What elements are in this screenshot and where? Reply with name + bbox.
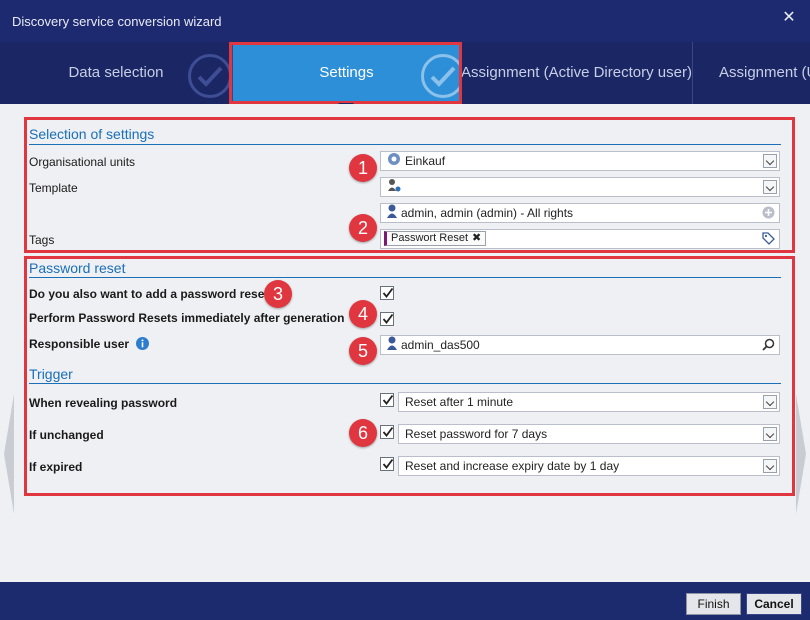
tab-assignment-u[interactable]: Assignment (U [692,42,810,104]
rights-field[interactable]: admin, admin (admin) - All rights [380,203,780,223]
section-divider [29,277,781,278]
badge-6: 6 [349,419,377,447]
section-divider [29,144,781,145]
section-title-selection: Selection of settings [29,126,155,142]
trigger-dropdown-revealing[interactable]: Reset after 1 minute [398,392,780,412]
responsible-user-label: Responsible user [29,337,150,351]
add-reset-label: Do you also want to add a password reset… [29,287,276,301]
trigger-dropdown-unchanged[interactable]: Reset password for 7 days [398,424,780,444]
tab-label: Data selection [68,64,164,81]
search-icon[interactable] [762,338,775,354]
chevron-down-icon[interactable] [763,154,777,168]
trigger-label-expired: If expired [29,460,83,474]
cancel-button[interactable]: Cancel [746,593,802,615]
chevron-down-icon[interactable] [763,180,777,194]
user-icon [387,204,397,222]
org-unit-icon [387,152,401,170]
trigger-checkbox-unchanged[interactable] [380,425,394,439]
next-arrow-icon[interactable] [794,394,808,514]
rights-value: admin, admin (admin) - All rights [401,206,574,220]
tag-chip: Passwort Reset ✖ [384,231,487,246]
immediate-reset-label: Perform Password Resets immediately afte… [29,311,345,325]
chevron-down-icon[interactable] [763,395,777,409]
template-dropdown[interactable] [380,177,780,197]
tag-icon[interactable] [762,232,775,248]
tags-input[interactable]: Passwort Reset ✖ [380,229,780,249]
tab-data-selection[interactable]: Data selection [0,42,232,104]
checkmark-icon [188,54,232,98]
close-icon[interactable]: ✕ [778,7,800,29]
title-bar: Discovery service conversion wizard ✕ [0,0,810,42]
checkmark-icon [382,287,394,298]
tab-settings[interactable]: Settings [232,42,460,104]
previous-arrow-icon[interactable] [2,394,16,514]
info-icon[interactable] [136,337,150,350]
add-icon[interactable] [762,206,775,222]
trigger-value-revealing: Reset after 1 minute [405,395,514,409]
trigger-checkbox-revealing[interactable] [380,393,394,407]
responsible-user-value: admin_das500 [401,338,480,352]
trigger-dropdown-expired[interactable]: Reset and increase expiry date by 1 day [398,456,780,476]
section-divider [29,383,781,384]
chevron-down-icon[interactable] [763,427,777,441]
tab-label: Settings [319,64,374,81]
trigger-value-unchanged: Reset password for 7 days [405,427,548,441]
window-title: Discovery service conversion wizard [12,14,222,29]
add-reset-checkbox[interactable] [380,286,394,300]
tags-label: Tags [29,233,55,247]
tab-label: Assignment (U [719,64,810,81]
responsible-user-text: Responsible user [29,337,130,351]
template-icon [387,178,401,196]
finish-button[interactable]: Finish [686,593,741,615]
template-label: Template [29,181,78,195]
badge-3: 3 [264,280,292,308]
responsible-user-input[interactable]: admin_das500 [380,335,780,355]
tag-chip-label: Passwort Reset [391,232,469,244]
org-units-dropdown[interactable]: Einkauf [380,151,780,171]
section-title-password-reset: Password reset [29,260,126,276]
badge-2: 2 [349,214,377,242]
checkmark-icon [382,394,394,405]
wizard-tabs: Data selection Settings Assignment (Acti… [0,42,810,104]
trigger-label-unchanged: If unchanged [29,428,104,442]
badge-4: 4 [349,300,377,328]
tab-label: Assignment (Active Directory user) [461,64,692,81]
checkmark-icon [382,458,394,469]
org-units-value: Einkauf [405,154,446,168]
org-units-label: Organisational units [29,155,136,169]
trigger-checkbox-expired[interactable] [380,457,394,471]
immediate-reset-checkbox[interactable] [380,312,394,326]
trigger-label-revealing: When revealing password [29,396,178,410]
checkmark-icon [421,54,460,98]
trigger-value-expired: Reset and increase expiry date by 1 day [405,459,620,473]
badge-5: 5 [349,337,377,365]
user-icon [387,336,397,354]
tab-assignment-ad-user[interactable]: Assignment (Active Directory user) [460,42,692,104]
remove-tag-icon[interactable]: ✖ [472,232,481,244]
checkmark-icon [382,426,394,437]
section-title-trigger: Trigger [29,366,73,382]
checkmark-icon [382,313,394,324]
chevron-down-icon[interactable] [763,459,777,473]
badge-1: 1 [349,154,377,182]
wizard-footer: Finish Cancel [0,582,810,620]
